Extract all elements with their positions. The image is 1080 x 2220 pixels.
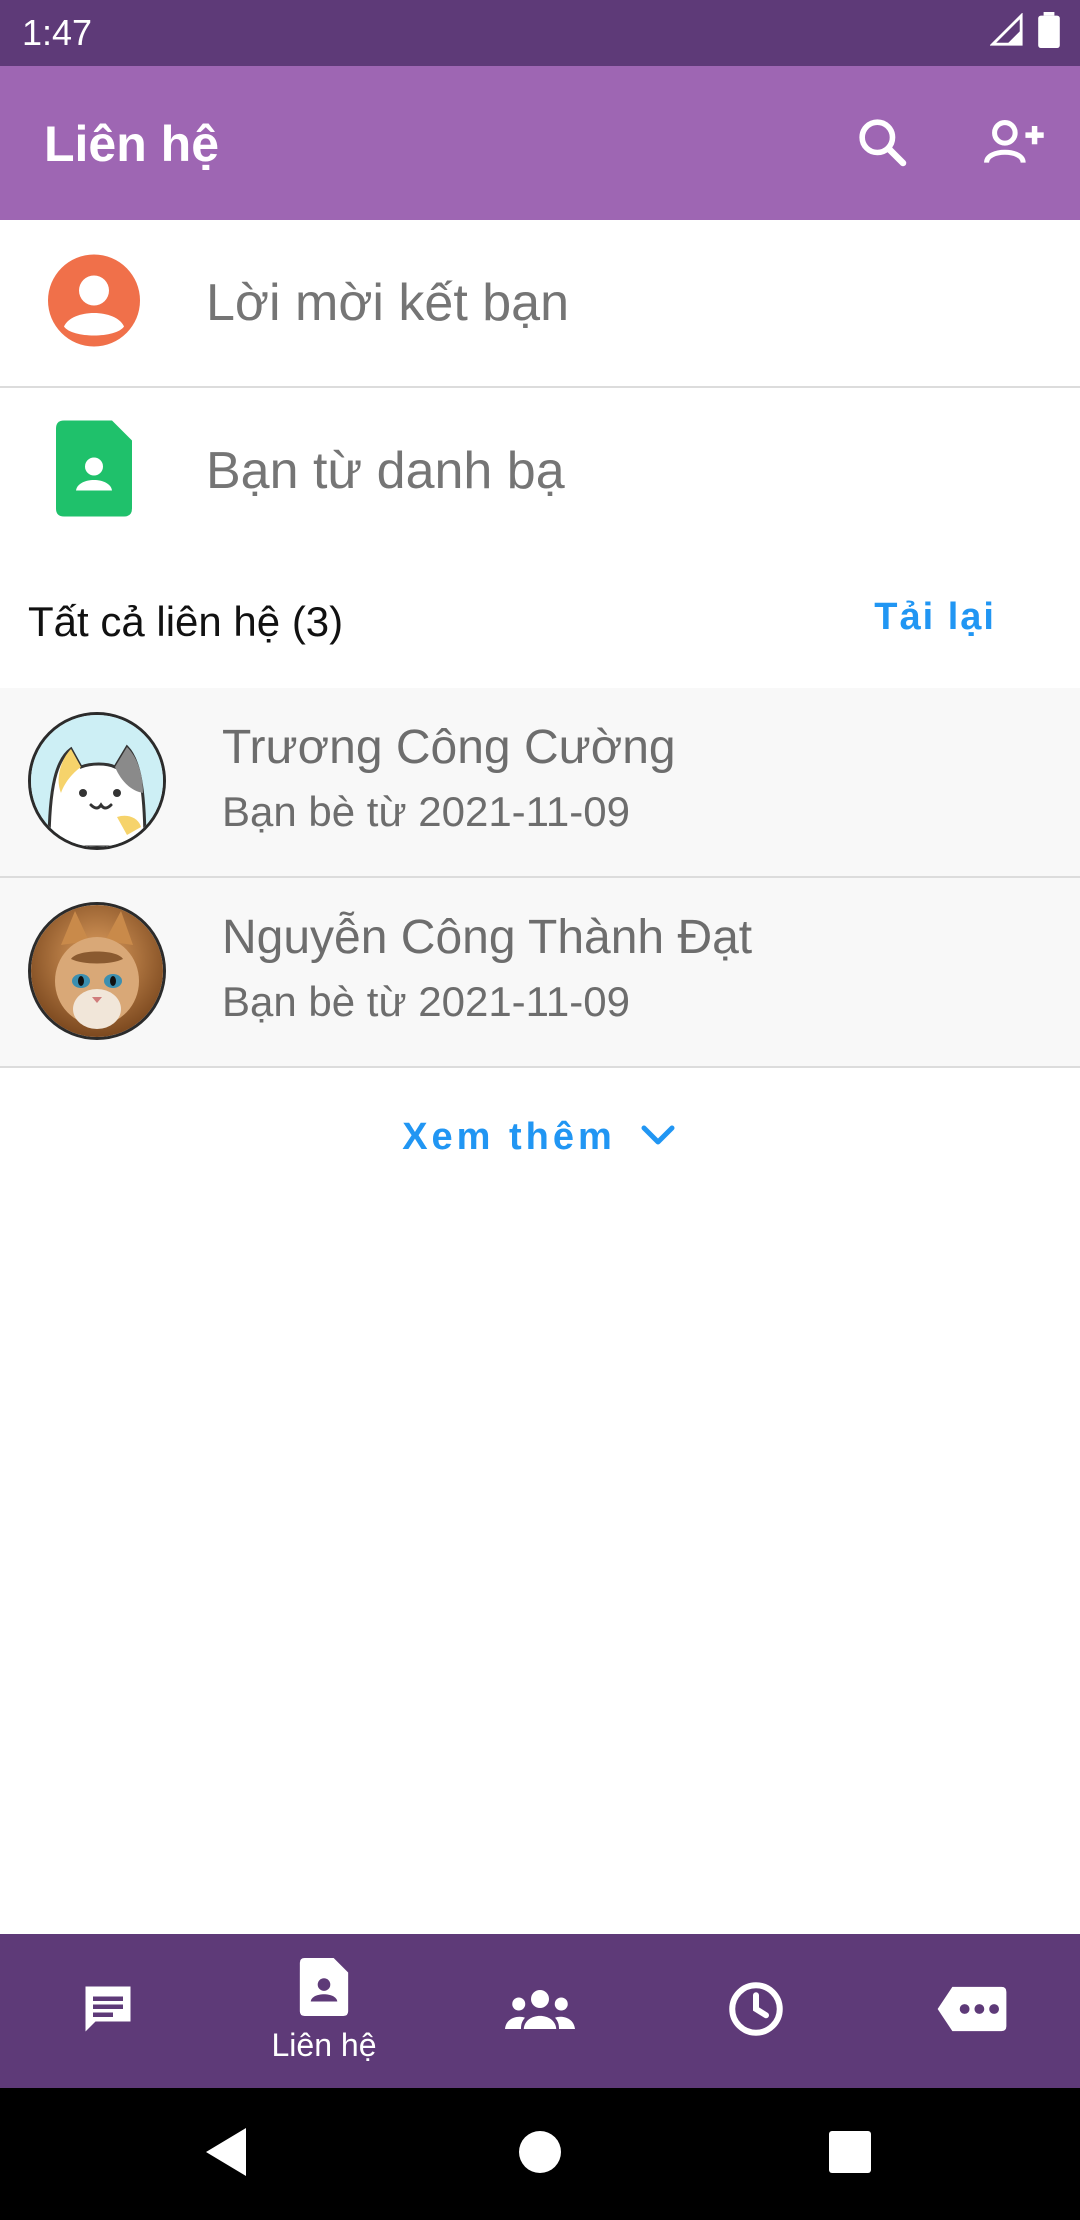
phonebook-friends-label: Bạn từ danh bạ [206,442,565,500]
recents-square-icon [828,2130,872,2179]
contact-card-icon [299,1958,349,2021]
back-button[interactable] [194,2122,258,2186]
bottom-tab-bar: Liên hệ [0,1934,1080,2088]
cartoon-cat-avatar [31,715,163,847]
back-triangle-icon [202,2126,250,2183]
see-more-button[interactable]: Xem thêm [0,1070,1080,1204]
home-button[interactable] [508,2122,572,2186]
status-icons [989,12,1060,53]
tab-history[interactable] [648,1934,864,2088]
contact-friend-since: Bạn bè từ 2021-11-09 [222,978,630,1025]
contact-file-icon [56,420,136,522]
phonebook-friends-row[interactable]: Bạn từ danh bạ [0,388,1080,554]
contact-name: Nguyễn Công Thành Đạt [222,911,753,964]
tab-contacts[interactable]: Liên hệ [216,1934,432,2088]
add-person-icon [982,114,1046,175]
reload-button[interactable]: Tải lại [874,596,996,639]
avatar [28,712,166,850]
app-bar: Liên hệ [0,66,1080,220]
contact-friend-since: Bạn bè từ 2021-11-09 [222,788,630,835]
contact-row[interactable]: Nguyễn Công Thành Đạt Bạn bè từ 2021-11-… [0,878,1080,1066]
more-icon [937,1982,1007,2041]
divider [0,1066,1080,1068]
contact-row[interactable]: Trương Công Cường Bạn bè từ 2021-11-09 [0,688,1080,876]
clock-icon [726,1979,786,2044]
kitten-photo-avatar [31,905,163,1037]
see-more-label: Xem thêm [402,1115,616,1158]
recents-button[interactable] [818,2122,882,2186]
contacts-count-title: Tất cả liên hệ (3) [28,598,344,645]
person-circle-icon [46,253,142,354]
signal-icon [989,12,1024,52]
home-circle-icon [518,2130,562,2179]
contacts-section-header: Tất cả liên hệ (3) Tải lại [0,560,1080,686]
search-button[interactable] [846,108,918,180]
battery-icon [1038,12,1060,53]
groups-icon [505,1984,575,2039]
status-time: 1:47 [22,12,93,53]
contacts-screen: 1:47 Liên hệ Lời mời kết bạn Bạn từ danh… [0,0,1080,2220]
avatar [28,902,166,1040]
tab-messages[interactable] [0,1934,216,2088]
add-friend-button[interactable] [978,108,1050,180]
tab-more[interactable] [864,1934,1080,2088]
chat-icon [78,1979,138,2044]
search-icon [854,114,910,175]
friend-requests-row[interactable]: Lời mời kết bạn [0,220,1080,386]
tab-groups[interactable] [432,1934,648,2088]
system-nav-bar [0,2088,1080,2220]
status-bar: 1:47 [0,0,1080,66]
contact-name: Trương Công Cường [222,721,676,774]
tab-contacts-label: Liên hệ [271,2027,377,2063]
friend-requests-label: Lời mời kết bạn [206,274,570,332]
page-title: Liên hệ [44,116,220,172]
chevron-down-icon [638,1120,678,1155]
